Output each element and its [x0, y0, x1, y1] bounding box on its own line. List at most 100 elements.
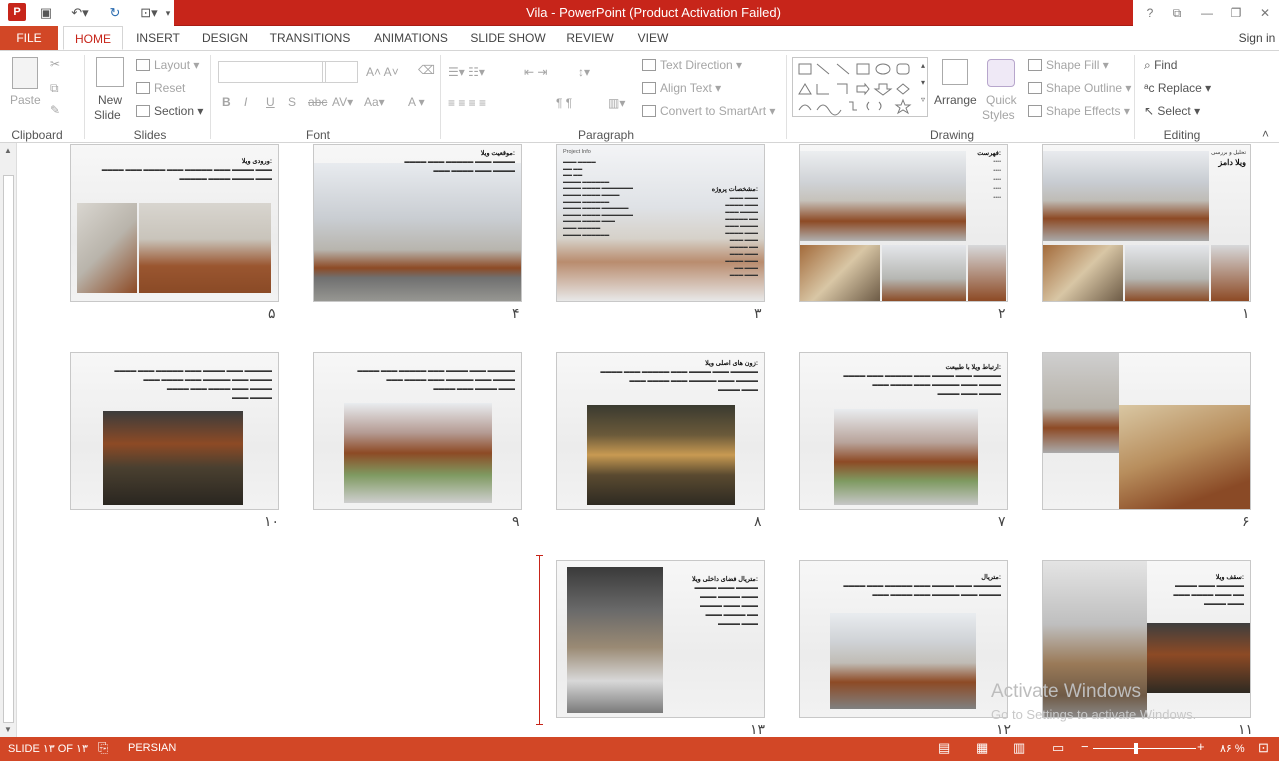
villa-photo: [1125, 245, 1209, 301]
paste-button[interactable]: Paste: [10, 93, 41, 107]
replace-button[interactable]: ᵃc Replace ▾: [1144, 81, 1211, 95]
font-color-icon[interactable]: A ▾: [408, 95, 425, 109]
shape-effects-button[interactable]: Shape Effects ▾: [1028, 104, 1130, 118]
scrollbar-thumb[interactable]: [3, 175, 14, 723]
section-button[interactable]: Section ▾: [136, 104, 203, 118]
slide-number: ۹: [512, 513, 520, 529]
change-case-icon[interactable]: Aa▾: [364, 95, 385, 109]
slide-thumbnail-12[interactable]: متریال: ▬▬▬▬ ▬▬▬ ▬▬▬▬▬ ▬▬▬ ▬▬▬▬ ▬▬▬ ▬▬▬▬…: [799, 560, 1008, 718]
spelling-icon[interactable]: ⎘: [98, 740, 108, 756]
indent-icon[interactable]: ⇤ ⇥: [524, 65, 547, 79]
reading-view-icon[interactable]: ▥: [1013, 740, 1025, 756]
columns-icon[interactable]: ▥▾: [608, 96, 625, 110]
sign-in-link[interactable]: Sign in: [1236, 26, 1278, 50]
cut-icon[interactable]: ✂: [50, 57, 60, 71]
maximize-icon[interactable]: ❐: [1225, 3, 1247, 23]
text-rtl-icon[interactable]: ¶ ¶: [556, 96, 572, 110]
slide-number: ۱: [1242, 305, 1250, 321]
vertical-scrollbar[interactable]: ▲ ▼: [0, 143, 17, 737]
tab-review[interactable]: REVIEW: [562, 26, 618, 50]
new-slide-dropdown[interactable]: Slide: [94, 108, 121, 122]
scroll-down-icon[interactable]: ▼: [4, 725, 12, 734]
convert-smartart-button[interactable]: Convert to SmartArt ▾: [642, 104, 775, 118]
new-slide-icon[interactable]: [96, 57, 124, 87]
tab-insert[interactable]: INSERT: [132, 26, 184, 50]
font-size-select[interactable]: [322, 61, 358, 83]
zoom-out-icon[interactable]: −: [1081, 739, 1089, 754]
tab-slide-show[interactable]: SLIDE SHOW: [468, 26, 548, 50]
zoom-in-icon[interactable]: +: [1197, 739, 1205, 754]
tab-file[interactable]: FILE: [0, 26, 58, 50]
zoom-slider-thumb[interactable]: [1134, 743, 1138, 754]
align-text-button[interactable]: Align Text ▾: [642, 81, 721, 95]
grow-font-icon[interactable]: A˄ A˅: [366, 65, 399, 79]
undo-icon[interactable]: ↶▾: [66, 3, 94, 23]
slide-sorter-icon[interactable]: ▦: [976, 740, 988, 756]
insertion-marker: [536, 555, 543, 725]
font-family-select[interactable]: [218, 61, 326, 83]
quick-styles-icon[interactable]: [987, 59, 1015, 87]
tab-transitions[interactable]: TRANSITIONS: [266, 26, 354, 50]
slide-thumbnail-13[interactable]: متریال فضای داخلی ویلا: ▬▬▬▬ ▬▬▬ ▬▬▬▬ ▬▬▬…: [556, 560, 765, 718]
text-direction-button[interactable]: Text Direction ▾: [642, 58, 742, 72]
line-spacing-icon[interactable]: ↕▾: [578, 65, 590, 79]
shadow-icon[interactable]: S: [288, 95, 296, 109]
underline-icon[interactable]: U: [266, 95, 275, 109]
redo-icon[interactable]: ↻: [104, 3, 126, 23]
language-indicator[interactable]: PERSIAN: [128, 742, 176, 754]
bold-icon[interactable]: B: [222, 95, 231, 109]
slide-thumbnail-4[interactable]: موقعیت ویلا: ▬▬▬▬ ▬▬▬ ▬▬▬▬▬ ▬▬▬ ▬▬▬▬ ▬▬▬ …: [313, 144, 522, 302]
copy-icon[interactable]: ⧉: [50, 81, 59, 96]
slide-thumbnail-7[interactable]: ارتباط ویلا با طبیعت: ▬▬▬▬ ▬▬▬ ▬▬▬▬▬ ▬▬▬…: [799, 352, 1008, 510]
reset-button[interactable]: Reset: [136, 81, 185, 95]
help-icon[interactable]: ?: [1139, 3, 1161, 23]
minimize-icon[interactable]: —: [1196, 3, 1218, 23]
slide-thumbnail-2[interactable]: فهرست: •••• •••• •••• •••• ••••: [799, 144, 1008, 302]
slide-thumbnail-1[interactable]: تحلیل و بررسی ویلا دامز: [1042, 144, 1251, 302]
villa-photo: [800, 245, 880, 301]
tab-home[interactable]: HOME: [63, 26, 123, 50]
bullets-icon[interactable]: ☰▾ ☷▾: [448, 65, 485, 79]
customize-qat-icon[interactable]: ▾: [162, 3, 174, 23]
select-button[interactable]: ↖ Select ▾: [1144, 104, 1200, 118]
italic-icon[interactable]: I: [244, 95, 247, 109]
slide-thumbnail-3[interactable]: Project Info ▬▬▬ ▬▬▬▬ ▬▬ ▬▬ ▬▬ ▬▬ ▬▬▬▬ ▬▬▬▬…: [556, 144, 765, 302]
zoom-slider-track[interactable]: [1093, 748, 1196, 749]
arrange-icon[interactable]: [942, 59, 968, 85]
strikethrough-icon[interactable]: abc: [308, 95, 327, 109]
layout-button[interactable]: Layout ▾: [136, 58, 199, 72]
slide-thumbnail-8[interactable]: زون های اصلی ویلا: ▬▬▬▬ ▬▬▬ ▬▬▬▬▬ ▬▬▬ ▬▬…: [556, 352, 765, 510]
slide-show-icon[interactable]: ▭: [1052, 740, 1064, 756]
clear-formatting-icon[interactable]: ⌫: [418, 63, 435, 77]
save-icon[interactable]: ▣: [36, 3, 56, 23]
tab-animations[interactable]: ANIMATIONS: [368, 26, 454, 50]
scroll-up-icon[interactable]: ▲: [4, 146, 12, 155]
slide-thumbnail-6[interactable]: [1042, 352, 1251, 510]
fit-to-window-icon[interactable]: ⊡: [1258, 740, 1269, 756]
shape-fill-button[interactable]: Shape Fill ▾: [1028, 58, 1109, 72]
normal-view-icon[interactable]: ▤: [938, 740, 950, 756]
character-spacing-icon[interactable]: AV▾: [332, 95, 353, 109]
collapse-ribbon-icon[interactable]: ˄: [1262, 127, 1269, 141]
find-button[interactable]: ⌕ Find: [1144, 58, 1177, 73]
slide-thumbnail-10[interactable]: ▬▬▬▬ ▬▬▬ ▬▬▬▬▬ ▬▬▬ ▬▬▬▬ ▬▬▬ ▬▬▬▬▬ ▬▬▬ ▬▬▬…: [70, 352, 279, 510]
paste-icon[interactable]: [12, 57, 38, 89]
tab-design[interactable]: DESIGN: [198, 26, 252, 50]
new-slide-button[interactable]: New: [98, 93, 122, 107]
shapes-gallery[interactable]: [792, 57, 928, 117]
format-painter-icon[interactable]: ✎: [50, 103, 60, 117]
quick-styles-button[interactable]: Quick: [986, 93, 1017, 107]
slide-number: ۷: [998, 513, 1006, 529]
shapes-scroll-icon[interactable]: ▴ ▾ ▿: [918, 57, 928, 108]
slide-thumbnail-9[interactable]: ▬▬▬▬ ▬▬▬ ▬▬▬▬▬ ▬▬▬ ▬▬▬▬ ▬▬▬ ▬▬▬▬▬ ▬▬▬ ▬▬▬…: [313, 352, 522, 510]
align-icons[interactable]: ≡ ≡ ≡ ≡: [448, 96, 486, 110]
zoom-level[interactable]: ۸۶ %: [1220, 742, 1245, 755]
quick-styles-dropdown[interactable]: Styles: [982, 108, 1015, 122]
slide-thumbnail-5[interactable]: ورودی ویلا: ▬▬▬▬ ▬▬▬ ▬▬▬▬ ▬▬▬ ▬▬▬▬▬ ▬▬▬ …: [70, 144, 279, 302]
ribbon-display-icon[interactable]: ⧉: [1166, 3, 1188, 23]
arrange-button[interactable]: Arrange: [934, 93, 977, 107]
tab-view[interactable]: VIEW: [632, 26, 674, 50]
close-icon[interactable]: ✕: [1254, 3, 1276, 23]
shape-outline-button[interactable]: Shape Outline ▾: [1028, 81, 1131, 95]
start-from-beginning-icon[interactable]: ⊡▾: [134, 3, 164, 23]
